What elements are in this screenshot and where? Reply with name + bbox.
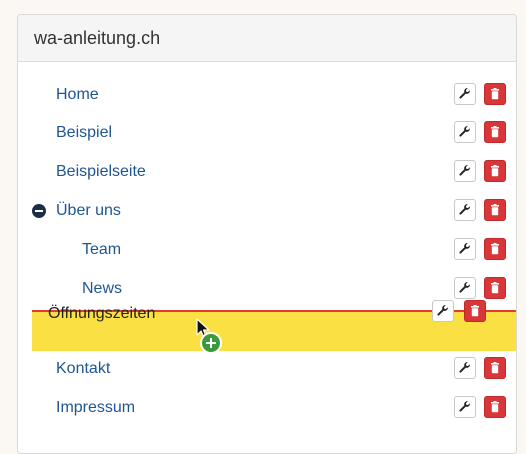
delete-button[interactable] xyxy=(484,121,506,143)
menu-item-home[interactable]: Home xyxy=(18,79,516,111)
trash-icon xyxy=(471,305,479,317)
edit-button[interactable] xyxy=(454,83,476,105)
wrench-icon xyxy=(459,204,470,215)
menu-item-kontakt[interactable]: Kontakt xyxy=(18,353,516,385)
edit-button[interactable] xyxy=(454,238,476,260)
wrench-icon xyxy=(459,165,470,176)
menu-item-label[interactable]: News xyxy=(82,280,122,298)
menu-item-label[interactable]: Beispielseite xyxy=(56,163,146,181)
menu-panel: wa-anleitung.ch Home Beispiel Beispielse… xyxy=(17,14,517,454)
edit-button[interactable] xyxy=(454,277,476,299)
wrench-icon xyxy=(459,243,470,254)
menu-item-beispielseite[interactable]: Beispielseite xyxy=(18,156,516,188)
plus-circle-icon xyxy=(200,332,222,354)
trash-icon xyxy=(491,282,499,294)
edit-button[interactable] xyxy=(454,357,476,379)
menu-item-label[interactable]: Über uns xyxy=(56,202,121,220)
delete-button[interactable] xyxy=(484,83,506,105)
wrench-icon xyxy=(459,362,470,373)
trash-icon xyxy=(491,362,499,374)
wrench-icon xyxy=(459,126,470,137)
delete-button[interactable] xyxy=(484,238,506,260)
menu-item-beispiel[interactable]: Beispiel xyxy=(18,117,516,149)
trash-icon xyxy=(491,243,499,255)
edit-button[interactable] xyxy=(454,121,476,143)
dragged-item-label[interactable]: Öffnungszeiten xyxy=(48,305,155,323)
menu-item-label[interactable]: Home xyxy=(56,86,99,104)
menu-item-impressum[interactable]: Impressum xyxy=(18,392,516,424)
delete-button[interactable] xyxy=(484,199,506,221)
panel-header: wa-anleitung.ch xyxy=(18,15,516,62)
menu-item-ueber-uns[interactable]: Über uns xyxy=(18,195,516,227)
menu-item-label[interactable]: Team xyxy=(82,241,121,259)
wrench-icon xyxy=(437,305,448,316)
minus-circle-icon[interactable] xyxy=(32,204,46,218)
edit-button[interactable] xyxy=(454,160,476,182)
menu-item-label[interactable]: Beispiel xyxy=(56,124,112,142)
wrench-icon xyxy=(459,88,470,99)
dragged-menu-item[interactable]: Öffnungszeiten xyxy=(32,300,494,332)
delete-button[interactable] xyxy=(484,396,506,418)
wrench-icon xyxy=(459,282,470,293)
edit-button[interactable] xyxy=(454,199,476,221)
menu-item-team[interactable]: Team xyxy=(18,234,516,266)
trash-icon xyxy=(491,88,499,100)
delete-button[interactable] xyxy=(484,160,506,182)
trash-icon xyxy=(491,401,499,413)
trash-icon xyxy=(491,165,499,177)
wrench-icon xyxy=(459,401,470,412)
menu-item-label[interactable]: Impressum xyxy=(56,399,135,417)
trash-icon xyxy=(491,126,499,138)
delete-button[interactable] xyxy=(484,277,506,299)
trash-icon xyxy=(491,204,499,216)
delete-button[interactable] xyxy=(464,300,486,322)
edit-button[interactable] xyxy=(454,396,476,418)
panel-title: wa-anleitung.ch xyxy=(34,28,161,48)
delete-button[interactable] xyxy=(484,357,506,379)
menu-item-label[interactable]: Kontakt xyxy=(56,360,110,378)
edit-button[interactable] xyxy=(432,300,454,322)
